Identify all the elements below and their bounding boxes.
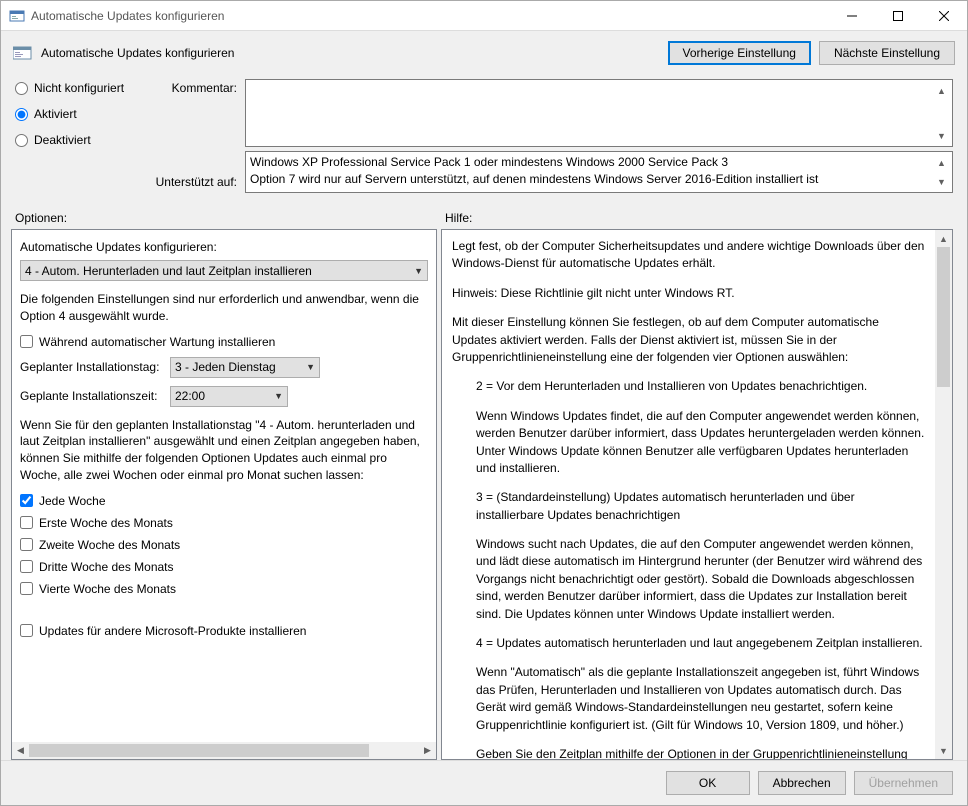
help-text: 2 = Vor dem Herunterladen und Installier…	[452, 378, 925, 395]
first-week-check[interactable]: Erste Woche des Monats	[20, 516, 428, 530]
help-section-label: Hilfe:	[445, 211, 472, 225]
third-week-checkbox[interactable]	[20, 560, 33, 573]
every-week-checkbox[interactable]	[20, 494, 33, 507]
supported-textarea: Windows XP Professional Service Pack 1 o…	[245, 151, 953, 193]
section-labels: Optionen: Hilfe:	[1, 203, 967, 229]
scrollbar-thumb[interactable]	[29, 744, 369, 757]
scroll-right-icon[interactable]: ▶	[419, 742, 436, 759]
fourth-week-check[interactable]: Vierte Woche des Monats	[20, 582, 428, 596]
policy-editor-window: Automatische Updates konfigurieren Autom…	[0, 0, 968, 806]
radio-enabled[interactable]: Aktiviert	[15, 107, 145, 121]
supported-line-2: Option 7 wird nur auf Servern unterstütz…	[250, 171, 818, 188]
options-description-1: Die folgenden Einstellungen sind nur erf…	[20, 291, 428, 325]
radio-not-configured-label: Nicht konfiguriert	[34, 81, 124, 95]
apply-button[interactable]: Übernehmen	[854, 771, 953, 795]
second-week-checkbox[interactable]	[20, 538, 33, 551]
titlebar: Automatische Updates konfigurieren	[1, 1, 967, 31]
window-title: Automatische Updates konfigurieren	[31, 9, 829, 23]
install-time-value: 22:00	[175, 389, 270, 403]
maintenance-install-checkbox[interactable]	[20, 335, 33, 348]
radio-not-configured[interactable]: Nicht konfiguriert	[15, 81, 145, 95]
help-content: Legt fest, ob der Computer Sicherheitsup…	[442, 230, 935, 759]
install-day-value: 3 - Jeden Dienstag	[175, 360, 302, 374]
previous-setting-button[interactable]: Vorherige Einstellung	[668, 41, 811, 65]
radio-disabled[interactable]: Deaktiviert	[15, 133, 145, 147]
ms-products-checkbox[interactable]	[20, 624, 33, 637]
header-row: Automatische Updates konfigurieren Vorhe…	[1, 31, 967, 79]
help-text: 4 = Updates automatisch herunterladen un…	[452, 635, 925, 652]
chevron-down-icon: ▼	[302, 362, 315, 372]
minimize-button[interactable]	[829, 1, 875, 31]
scroll-down-icon[interactable]: ▼	[935, 742, 952, 759]
scrollbar-thumb[interactable]	[937, 247, 950, 387]
policy-title: Automatische Updates konfigurieren	[41, 46, 234, 60]
help-panel: Legt fest, ob der Computer Sicherheitsup…	[441, 229, 953, 760]
footer: OK Abbrechen Übernehmen	[1, 760, 967, 805]
install-time-label: Geplante Installationszeit:	[20, 389, 170, 403]
chevron-down-icon: ▼	[410, 266, 423, 276]
config-updates-dropdown[interactable]: 4 - Autom. Herunterladen und laut Zeitpl…	[20, 260, 428, 281]
help-text: Legt fest, ob der Computer Sicherheitsup…	[452, 238, 925, 273]
fourth-week-label: Vierte Woche des Monats	[39, 582, 176, 596]
policy-icon	[13, 45, 33, 61]
radio-disabled-input[interactable]	[15, 134, 28, 147]
options-description-2: Wenn Sie für den geplanten Installations…	[20, 417, 428, 484]
config-updates-value: 4 - Autom. Herunterladen und laut Zeitpl…	[25, 264, 410, 278]
help-text: Wenn Windows Updates findet, die auf den…	[452, 408, 925, 478]
scroll-left-icon[interactable]: ◀	[12, 742, 29, 759]
radio-enabled-label: Aktiviert	[34, 107, 77, 121]
maximize-button[interactable]	[875, 1, 921, 31]
scroll-up-icon[interactable]: ▲	[933, 82, 950, 99]
scroll-up-icon[interactable]: ▲	[933, 154, 950, 171]
second-week-check[interactable]: Zweite Woche des Monats	[20, 538, 428, 552]
ms-products-label: Updates für andere Microsoft-Produkte in…	[39, 624, 306, 638]
scroll-down-icon[interactable]: ▼	[933, 173, 950, 190]
chevron-down-icon: ▼	[270, 391, 283, 401]
help-vertical-scrollbar[interactable]: ▲ ▼	[935, 230, 952, 759]
config-updates-label: Automatische Updates konfigurieren:	[20, 240, 428, 254]
options-horizontal-scrollbar[interactable]: ◀ ▶	[12, 742, 436, 759]
options-section-label: Optionen:	[15, 211, 445, 225]
radio-enabled-input[interactable]	[15, 108, 28, 121]
first-week-checkbox[interactable]	[20, 516, 33, 529]
fourth-week-checkbox[interactable]	[20, 582, 33, 595]
install-day-dropdown[interactable]: 3 - Jeden Dienstag ▼	[170, 357, 320, 378]
options-panel: Automatische Updates konfigurieren: 4 - …	[11, 229, 437, 760]
comment-label: Kommentar:	[145, 79, 245, 95]
first-week-label: Erste Woche des Monats	[39, 516, 173, 530]
scroll-down-icon[interactable]: ▼	[933, 127, 950, 144]
ms-products-check[interactable]: Updates für andere Microsoft-Produkte in…	[20, 624, 428, 638]
install-time-dropdown[interactable]: 22:00 ▼	[170, 386, 288, 407]
help-text: Geben Sie den Zeitplan mithilfe der Opti…	[452, 746, 925, 759]
every-week-check[interactable]: Jede Woche	[20, 494, 428, 508]
help-text: Mit dieser Einstellung können Sie festle…	[452, 314, 925, 366]
help-text: Hinweis: Diese Richtlinie gilt nicht unt…	[452, 285, 925, 302]
help-text: Wenn "Automatisch" als die geplante Inst…	[452, 664, 925, 734]
maintenance-install-check[interactable]: Während automatischer Wartung installier…	[20, 335, 428, 349]
help-text: 3 = (Standardeinstellung) Updates automa…	[452, 489, 925, 524]
ok-button[interactable]: OK	[666, 771, 750, 795]
supported-line-1: Windows XP Professional Service Pack 1 o…	[250, 154, 818, 171]
third-week-label: Dritte Woche des Monats	[39, 560, 174, 574]
maintenance-install-label: Während automatischer Wartung installier…	[39, 335, 275, 349]
close-button[interactable]	[921, 1, 967, 31]
radio-not-configured-input[interactable]	[15, 82, 28, 95]
bottom-area: Automatische Updates konfigurieren: 4 - …	[1, 229, 967, 760]
install-day-label: Geplanter Installationstag:	[20, 360, 170, 374]
help-text: Windows sucht nach Updates, die auf den …	[452, 536, 925, 623]
app-icon	[9, 8, 25, 24]
next-setting-button[interactable]: Nächste Einstellung	[819, 41, 955, 65]
config-area: Nicht konfiguriert Aktiviert Deaktiviert…	[1, 79, 967, 203]
comment-textarea[interactable]: ▲ ▼	[245, 79, 953, 147]
second-week-label: Zweite Woche des Monats	[39, 538, 180, 552]
supported-label: Unterstützt auf:	[145, 173, 245, 193]
radio-disabled-label: Deaktiviert	[34, 133, 91, 147]
every-week-label: Jede Woche	[39, 494, 106, 508]
scroll-up-icon[interactable]: ▲	[935, 230, 952, 247]
cancel-button[interactable]: Abbrechen	[758, 771, 846, 795]
third-week-check[interactable]: Dritte Woche des Monats	[20, 560, 428, 574]
